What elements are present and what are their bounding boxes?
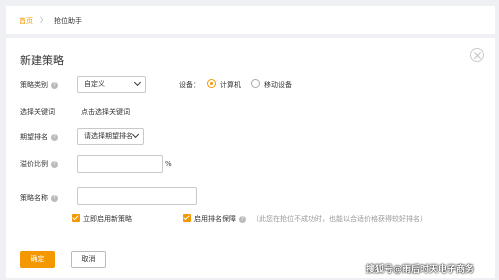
breadcrumb-separator: 〉 bbox=[40, 16, 47, 24]
close-icon[interactable] bbox=[470, 48, 484, 62]
chevron-down-icon bbox=[131, 130, 140, 139]
help-icon[interactable]: ? bbox=[239, 215, 246, 223]
ratio-label: 溢价比例? bbox=[20, 159, 58, 169]
help-icon[interactable]: ? bbox=[51, 194, 58, 202]
device-radio-computer[interactable] bbox=[207, 79, 216, 88]
breadcrumb-home[interactable]: 首页 bbox=[19, 16, 33, 26]
breadcrumb: 首页 〉 抢位助手 bbox=[6, 6, 495, 34]
help-icon[interactable]: ? bbox=[51, 81, 58, 89]
rank-label-text: 期望排名 bbox=[20, 133, 48, 141]
rank-label: 期望排名? bbox=[20, 132, 58, 142]
keyword-label: 选择关键词 bbox=[20, 108, 55, 116]
ratio-label-text: 溢价比例 bbox=[20, 160, 48, 168]
breadcrumb-current: 抢位助手 bbox=[54, 17, 82, 25]
panel-title: 新建策略 bbox=[20, 54, 64, 67]
strategy-type-value: 自定义 bbox=[84, 80, 105, 88]
name-label-text: 策略名称 bbox=[20, 194, 48, 202]
rank-select[interactable]: 请选择期望排名 bbox=[77, 128, 144, 145]
strategy-type-label-text: 策略类别 bbox=[20, 81, 48, 89]
help-icon[interactable]: ? bbox=[51, 160, 58, 168]
new-strategy-panel: 新建策略 策略类别? 自定义 设备： 计算机 移动设备 选择关键词 点击选择关键… bbox=[6, 38, 495, 278]
protect-label-text[interactable]: 启用排名保障 bbox=[194, 215, 236, 223]
device-label: 设备： bbox=[179, 81, 200, 89]
protect-label: 启用排名保障? bbox=[194, 214, 246, 224]
help-icon[interactable]: ? bbox=[51, 133, 58, 141]
protect-checkbox[interactable] bbox=[183, 214, 191, 222]
rank-value: 请选择期望排名 bbox=[84, 132, 133, 140]
protect-hint: （此您在抢位不成功时，也能以合适价格获得较好排名） bbox=[252, 215, 427, 223]
cancel-button[interactable]: 取消 bbox=[71, 251, 106, 268]
strategy-type-label: 策略类别? bbox=[20, 80, 58, 90]
enable-label[interactable]: 立即启用新策略 bbox=[83, 214, 132, 224]
ratio-input[interactable] bbox=[77, 155, 163, 173]
strategy-type-select[interactable]: 自定义 bbox=[77, 76, 146, 93]
enable-checkbox[interactable] bbox=[72, 214, 80, 222]
keyword-select-link[interactable]: 点击选择关键词 bbox=[81, 107, 130, 117]
watermark: 搜狐号@雨后时天电子商务 bbox=[366, 265, 475, 275]
name-label: 策略名称? bbox=[20, 193, 58, 203]
chevron-down-icon bbox=[133, 78, 142, 87]
device-option-computer[interactable]: 计算机 bbox=[220, 80, 241, 90]
confirm-button[interactable]: 确定 bbox=[20, 251, 55, 268]
device-option-mobile[interactable]: 移动设备 bbox=[264, 80, 292, 90]
device-radio-mobile[interactable] bbox=[251, 79, 260, 88]
strategy-name-input[interactable] bbox=[77, 187, 197, 205]
ratio-unit: % bbox=[165, 160, 172, 168]
